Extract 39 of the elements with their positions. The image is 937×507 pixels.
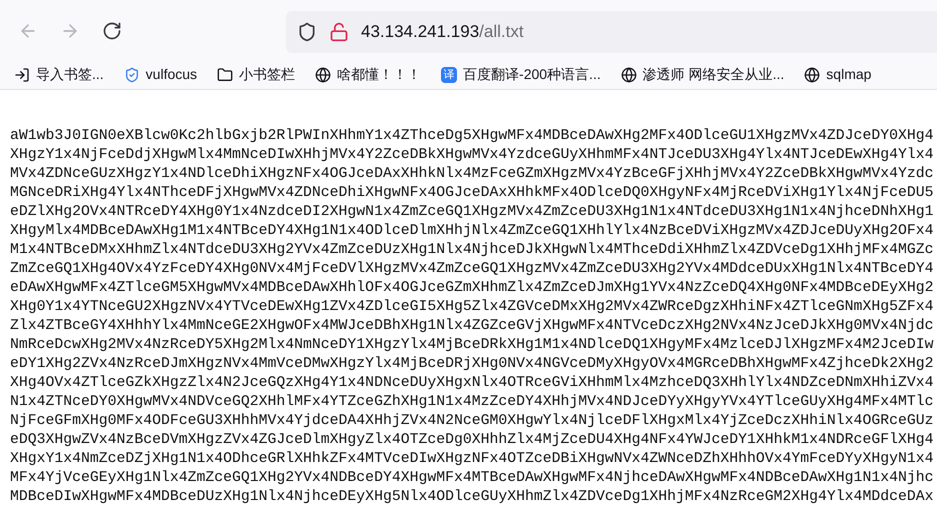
bookmark-item[interactable]: sqlmap — [804, 64, 872, 85]
text-line: eDAwXHgwMFx4ZTlceGM5XHgwMVx4MDBceDAwXHhlOFx4OGJceGZmXHhmZlx4ZmZceDJmXHg1YVx4NzZceDQ4XHg0NFx4MDBceDEyXHg2 — [10, 279, 934, 298]
text-line: NmRceDcwXHg2MVx4NzRceDY5XHg2Mlx4NmNceDY1XHgzYlx4MjBceDRkXHg1M1x4NDlceDQ1XHgyMFx4MzlceDJlXHgzMFx4M2JceDIw — [10, 336, 934, 355]
text-line: XHgzY1x4NjFceDdjXHgwMlx4MmNceDIwXHhjMVx4Y2ZceDBkXHgwMVx4YzdceGUyXHhmMFx4NTJceDU3XHg4Ylx4NTJceDEwXHg4Ylx4 — [10, 146, 934, 165]
text-line: eDQ3XHgwZVx4NzBceDVmXHgzZVx4ZGJceDlmXHgyZlx4OTZceDg0XHhhZlx4MjZceDU4XHg4NFx4YWJceDY1XHhkM1x4NDRceGFlXHg4 — [10, 431, 934, 450]
text-line: XHgxY1x4NmZceDZjXHg1N1x4ODhceGRlXHhkZFx4MTVceDIwXHgzNFx4OTZceDBiXHgwNVx4ZWNceDZhXHhhOVx4YmFceDYyXHgyN1x4 — [10, 450, 934, 469]
text-line: XHg0Y1x4YTNceGU2XHgzNVx4YTVceDEwXHg1ZVx4ZDlceGI5XHg5Zlx4ZGVceDMxXHg2MVx4ZWRceDgzXHhiNFx4ZTlceGNmXHg5ZFx4 — [10, 298, 934, 317]
text-line: NjFceGFmXHg0MFx4ODFceGU3XHhhMVx4YjdceDA4XHhjZVx4N2NceGM0XHgwYlx4NjlceDFlXHgxMlx4YjZceDczXHhiNlx4OGRceGUz — [10, 412, 934, 431]
globe-icon — [315, 66, 332, 82]
text-line: eDZlXHg2OVx4NTRceDY4XHg0Y1x4NzdceDI2XHgwN1x4ZmZceGQ1XHgzMVx4ZmZceDU3XHg1N1x4NTdceDU3XHg1N1x4NjhceDNhXHg1 — [10, 203, 934, 222]
text-line: aW1wb3J0IGN0eXBlcw0Kc2hlbGxjb2RlPWInXHhmY1x4ZThceDg5XHgwMFx4MDBceDAwXHg2MFx4ODlceGU1XHgzMVx4ZDJceDY0XHg4 — [10, 127, 934, 146]
url-text: 43.134.241.193/all.txt — [361, 21, 524, 44]
shield-icon — [297, 22, 317, 42]
text-line: eDY1XHg2ZVx4NzRceDJmXHgzNVx4MmVceDMwXHgzYlx4MjBceDRjXHg0NVx4NGVceDMyXHgyOVx4MGRceDBhXHgwMFx4ZjhceDk2XHg2 — [10, 355, 934, 374]
shield-icon — [124, 66, 140, 82]
bookmark-item[interactable]: 渗透师 网络安全从业... — [620, 64, 784, 85]
translate-icon: 译 — [441, 66, 458, 82]
insecure-lock-icon — [329, 22, 349, 42]
text-line: MFx4YjVceGEyXHg1Nlx4ZmZceGQ1XHg2YVx4NDBceDY4XHgwMFx4MTBceDAwXHgwMFx4NjhceDAwXHgwMFx4NDBceDAwXHg1N1x4Njhc — [10, 469, 934, 488]
reload-icon[interactable] — [102, 21, 122, 41]
address-bar[interactable]: 43.134.241.193/all.txt — [286, 11, 937, 53]
text-line: XHg4OVx4ZTlceGZkXHgzZlx4N2JceGQzXHg4Y1x4NDNceDUyXHgxNlx4OTRceGViXHhmMlx4MzhceDQ3XHhlYlx4NDZceDNmXHhiZVx4 — [10, 374, 934, 393]
globe-icon — [804, 66, 820, 82]
bookmark-item[interactable]: 啥都懂！！！ — [315, 64, 422, 85]
bookmark-item[interactable]: 小书签栏 — [217, 64, 296, 85]
text-line: MGNceDRiXHg4Ylx4NThceDFjXHgwMVx4ZDNceDhiXHgwNFx4OGJceDAxXHhkMFx4ODlceDQ0XHgyNFx4MjRceDViXHg1Ylx4NjFceDU5 — [10, 184, 934, 203]
text-line: M1x4NTBceDMxXHhmZlx4NTdceDU3XHg2YVx4ZmZceDUzXHg1Nlx4NjhceDJkXHgwNlx4MThceDdiXHhmZlx4ZDVceDg1XHhjMFx4MGZc — [10, 241, 934, 260]
text-line: XHgyMlx4MDBceDAwXHg1M1x4NTBceDY4XHg1N1x4ODlceDlmXHhjNlx4ZmZceGQ1XHhlYlx4NzBceDViXHgzMVx4ZDJceDUyXHg2OFx4 — [10, 222, 934, 241]
folder-icon — [217, 66, 234, 82]
text-line: ZmZceGQ1XHg4OVx4YzFceDY4XHg0NVx4MjFceDVlXHgzMVx4ZmZceGQ1XHgzMVx4ZmZceDU3XHg2YVx4MDdceDUxXHg1Nlx4NTBceDY4 — [10, 260, 934, 279]
bookmark-item[interactable]: vulfocus — [124, 64, 198, 85]
text-line: MDBceDIwXHgwMFx4MDBceDUzXHg1Nlx4NjhceDEyXHg5Nlx4ODlceGUyXHhmZlx4ZDVceDg1XHhjMFx4NzRceGM2XHg4Ylx4MDdceDAx — [10, 488, 934, 507]
globe-icon — [620, 66, 637, 82]
import-icon — [14, 66, 30, 82]
bookmark-item[interactable]: 译 百度翻译-200种语言... — [441, 64, 601, 85]
text-line: Zlx4ZTBceGY4XHhhYlx4MmNceGE2XHgwOFx4MWJceDBhXHg1Nlx4ZGZceGVjXHgwMFx4NTVceDczXHg2NVx4NzJceDJkXHg0MVx4Njdc — [10, 317, 934, 336]
bookmark-item[interactable]: 导入书签... — [14, 64, 104, 85]
text-line: MVx4ZDNceGUzXHgzY1x4NDlceDhiXHgzNFx4OGJceDAxXHhkNlx4MzFceGZmXHgzMVx4YzBceGFjXHhjMVx4Y2ZceDBkXHgwMVx4Yzdc — [10, 165, 934, 184]
text-line: N1x4ZTNceDY0XHgwMVx4NDVceGQ2XHhlMFx4YTZceGZhXHg1N1x4MzZceDY4XHhjMVx4NDJceDYyXHgyYVx4YTlceGUyXHg4MFx4MTlc — [10, 393, 934, 412]
